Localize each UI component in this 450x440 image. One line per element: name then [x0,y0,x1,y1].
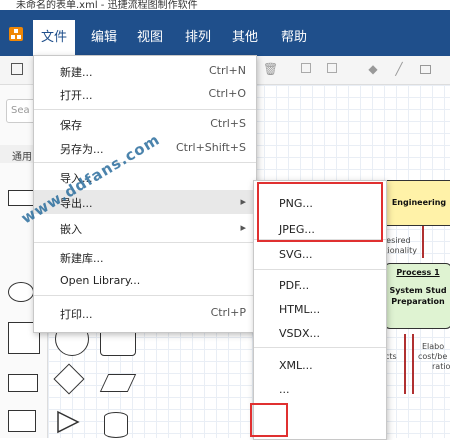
menu-item-shortcut: Ctrl+P [210,306,246,319]
shape-cylinder[interactable] [104,412,128,438]
shadow-icon[interactable] [420,65,431,74]
menu-item-label: 另存为... [60,143,104,156]
highlight-png-jpeg [257,182,383,242]
connector-arrow [422,226,424,258]
process-body: System Stud Preparation [389,286,447,306]
menu-item-new[interactable]: 新建... Ctrl+N [34,59,256,83]
export-html[interactable]: HTML... [254,297,386,323]
app-logo-icon [9,27,23,41]
connector-line-right [412,334,414,394]
menu-separator [254,269,386,270]
menu-item-shortcut: Ctrl+S [210,117,246,130]
submenu-arrow-icon: ▸ [240,221,246,234]
menu-item-open[interactable]: 打开... Ctrl+O [34,82,256,106]
menu-item-embed[interactable]: 嵌入 ▸ [34,216,256,240]
shape-triangle[interactable] [56,410,80,434]
engineering-label: Engineering [391,198,447,207]
menu-separator [34,295,256,296]
note-ratio: ratio [432,362,450,371]
menu-separator [34,242,256,243]
menu-file[interactable]: 文件 [33,20,76,56]
menu-bar: 文件 编辑 视图 排列 其他 帮助 [0,10,450,56]
menu-arrange[interactable]: 排列 [185,26,211,45]
menu-item-save[interactable]: 保存 Ctrl+S [34,112,256,136]
export-vsdx[interactable]: VSDX... [254,321,386,347]
submenu-arrow-icon: ▸ [240,195,246,208]
submenu-item-label: SVG... [279,248,313,261]
search-placeholder: Sea [11,105,30,116]
line-color-icon[interactable]: ╱ [393,63,405,75]
menu-edit[interactable]: 编辑 [91,26,117,45]
delete-icon[interactable]: 🗑 [263,63,278,75]
window-title-bar: 未命名的表单.xml - 迅捷流程图制作软件 [0,0,450,11]
menu-separator [34,109,256,110]
menu-help[interactable]: 帮助 [281,26,307,45]
menu-item-shortcut: Ctrl+O [208,87,246,100]
export-svg[interactable]: SVG... [254,242,386,268]
menu-item-label: 新建... [60,66,93,79]
menu-item-label: 打印... [60,308,93,321]
menu-item-new-library[interactable]: 新建库... [34,245,256,269]
shape-step[interactable] [8,374,38,392]
menu-item-label: Open Library... [60,274,141,287]
menu-item-label: 嵌入 [60,223,82,236]
menu-item-label: 新建库... [60,252,104,265]
submenu-item-label: ... [279,383,290,396]
to-back-icon[interactable] [327,63,337,73]
note-elab: Elabo [422,342,445,351]
submenu-item-label: XML... [279,359,313,372]
highlight-bottom-item [250,403,288,437]
submenu-item-label: HTML... [279,303,321,316]
submenu-item-label: PDF... [279,279,310,292]
menu-item-print[interactable]: 打印... Ctrl+P [34,301,256,325]
menu-item-shortcut: Ctrl+Shift+S [176,141,246,154]
export-pdf[interactable]: PDF... [254,273,386,299]
menu-item-label: 打开... [60,89,93,102]
export-other[interactable]: ... [254,377,386,403]
section-label: 通用 [12,152,32,163]
engineering-box[interactable]: Engineering [386,180,450,226]
note-cost: cost/be [418,352,448,361]
submenu-item-label: VSDX... [279,327,321,340]
shape-ellipse[interactable] [8,282,34,302]
menu-item-open-library[interactable]: Open Library... [34,269,256,293]
export-xml[interactable]: XML... [254,353,386,379]
menu-separator [254,347,386,348]
shape-rectangle-2[interactable] [8,410,36,432]
menu-item-shortcut: Ctrl+N [208,64,246,77]
menu-item-label: 保存 [60,119,82,132]
process-box[interactable]: Process 1 System Stud Preparation [384,263,450,329]
menu-separator [34,162,256,163]
format-panel-icon[interactable] [11,63,23,75]
menu-view[interactable]: 视图 [137,26,163,45]
connector-line-left [404,334,406,394]
to-front-icon[interactable] [301,63,311,73]
menu-other[interactable]: 其他 [232,26,258,45]
fill-color-icon[interactable]: ◆ [367,63,379,75]
process-title: Process 1 [396,268,440,277]
